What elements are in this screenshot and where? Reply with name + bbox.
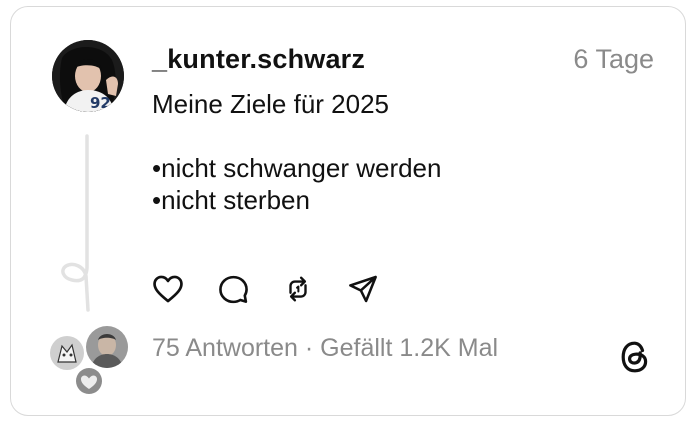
send-icon xyxy=(349,275,377,303)
reply-avatar[interactable] xyxy=(48,334,86,372)
reply-avatar[interactable] xyxy=(84,324,130,370)
repost-icon xyxy=(289,276,307,302)
heart-icon xyxy=(153,275,183,303)
repost-button[interactable] xyxy=(280,271,316,307)
post-timestamp[interactable]: 6 Tage xyxy=(573,44,654,75)
post-actions xyxy=(150,271,381,307)
stats-separator: · xyxy=(304,334,314,362)
reply-button[interactable] xyxy=(215,271,251,307)
replies-count-link[interactable]: 75 Antworten xyxy=(152,334,298,362)
post-text: Meine Ziele für 2025 •nicht schwanger we… xyxy=(152,88,622,216)
comment-icon xyxy=(218,275,248,303)
post-text-line: •nicht sterben xyxy=(152,185,310,215)
post-text-line: Meine Ziele für 2025 xyxy=(152,89,390,119)
share-button[interactable] xyxy=(345,271,381,307)
post-stats: 75 Antworten · Gefällt 1.2K Mal xyxy=(152,334,498,363)
like-button[interactable] xyxy=(150,271,186,307)
author-avatar[interactable]: 92 xyxy=(52,40,124,112)
author-username[interactable]: _kunter.schwarz xyxy=(152,44,365,75)
threads-logo-icon[interactable] xyxy=(616,338,654,376)
reply-avatars xyxy=(48,324,130,396)
post-text-line: •nicht schwanger werden xyxy=(152,153,442,183)
reply-avatar[interactable] xyxy=(74,366,104,396)
likes-count-link[interactable]: Gefällt 1.2K Mal xyxy=(320,334,498,362)
post-text-blank-line xyxy=(152,120,622,152)
